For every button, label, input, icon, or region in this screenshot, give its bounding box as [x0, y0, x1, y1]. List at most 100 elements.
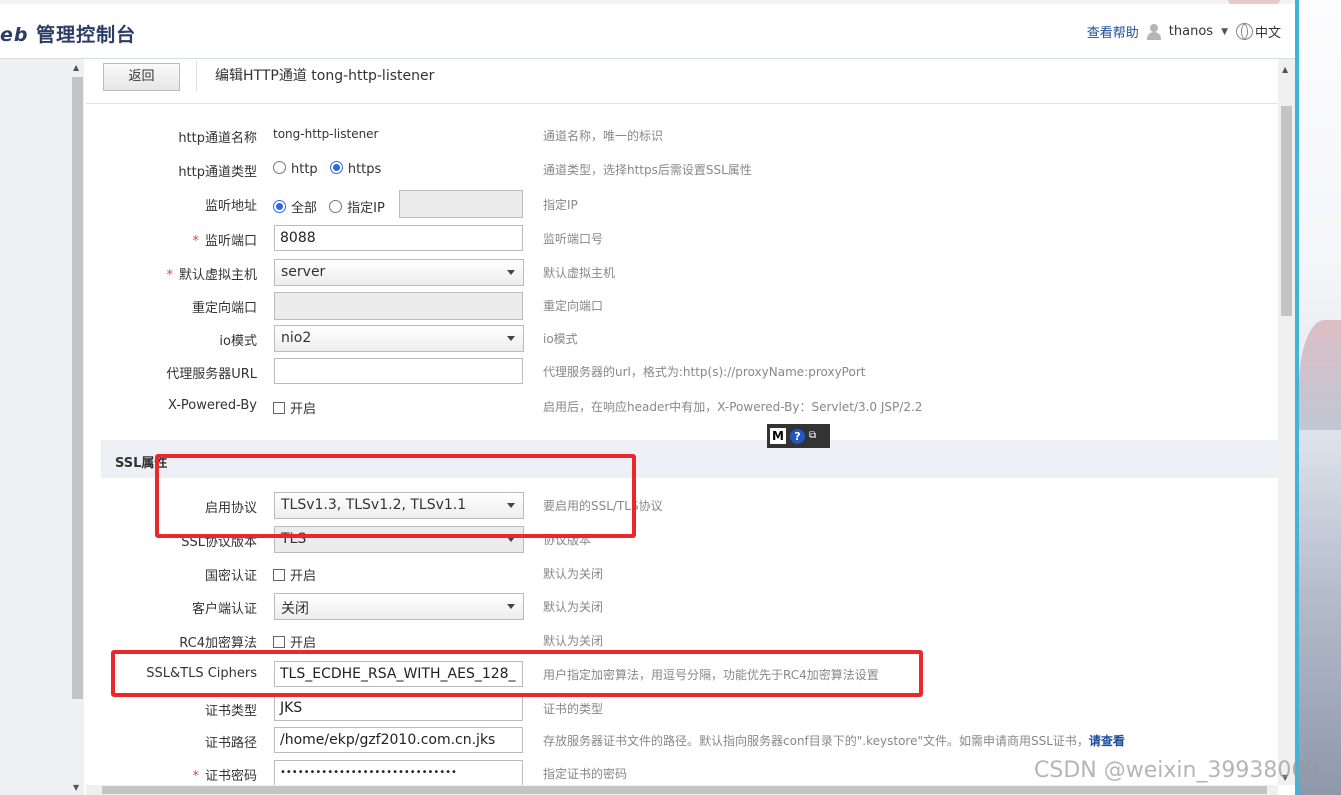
client-auth-hint: 默认为关闭	[543, 598, 603, 615]
cert-password-input[interactable]: ••••••••••••••••••••••••••••••	[274, 760, 523, 786]
x-powered-by-label: X-Powered-By	[168, 398, 257, 413]
scroll-down-icon[interactable]: ▼	[73, 783, 79, 792]
listen-address-hint: 指定IP	[543, 196, 578, 213]
back-button[interactable]: 返回	[103, 63, 180, 91]
sm-auth-label: 国密认证	[205, 565, 257, 584]
form-row-listen-port: *监听端口 8088 监听端口号	[86, 225, 1278, 255]
scroll-up-icon[interactable]: ▲	[1282, 65, 1288, 74]
listen-address-label: 监听地址	[205, 195, 257, 214]
app-logo: eb 管理控制台	[0, 20, 136, 47]
proxy-url-hint: 代理服务器的url，格式为:http(s)://proxyName:proxyP…	[543, 363, 865, 380]
cert-path-hint: 存放服务器证书文件的路径。默认指向服务器conf目录下的".keystore"文…	[543, 732, 1125, 749]
radio-http-label[interactable]: http	[291, 162, 318, 177]
toolbar-divider	[196, 61, 197, 91]
rc4-checkbox[interactable]	[273, 636, 285, 648]
horizontal-scrollbar[interactable]	[86, 785, 1278, 795]
globe-icon[interactable]	[1236, 23, 1253, 40]
form-row-io-mode: io模式 nio2 io模式	[86, 325, 1278, 355]
form-row-virtual-host: *默认虚拟主机 server 默认虚拟主机	[86, 259, 1278, 289]
sm-auth-hint: 默认为关闭	[543, 565, 603, 582]
chevron-down-icon	[507, 604, 515, 609]
scroll-up-icon[interactable]: ▲	[73, 63, 79, 72]
radio-specific-ip-label[interactable]: 指定IP	[347, 201, 385, 216]
left-nav-panel	[0, 59, 71, 795]
app-header: eb 管理控制台 查看帮助 thanos ▼ 中文	[0, 0, 1295, 59]
virtual-host-hint: 默认虚拟主机	[543, 264, 615, 281]
language-switch[interactable]: 中文	[1255, 22, 1281, 41]
io-mode-hint: io模式	[543, 330, 578, 347]
cert-help-link[interactable]: 请查看	[1089, 734, 1125, 748]
io-mode-select[interactable]: nio2	[274, 325, 524, 352]
chevron-down-icon	[507, 336, 515, 341]
form-row-proxy-url: 代理服务器URL 代理服务器的url，格式为:http(s)://proxyNa…	[86, 358, 1278, 388]
highlight-box-ciphers	[111, 650, 923, 697]
required-mark: *	[166, 268, 173, 283]
listen-port-label: *监听端口	[192, 230, 257, 249]
rc4-toggle[interactable]: 开启	[273, 632, 316, 651]
help-icon[interactable]: ?	[790, 429, 805, 444]
sm-auth-toggle[interactable]: 开启	[273, 565, 316, 584]
form-row-client-auth: 客户端认证 关闭 默认为关闭	[86, 593, 1278, 623]
radio-all[interactable]	[273, 200, 286, 213]
cert-type-input[interactable]: JKS	[274, 695, 523, 721]
browser-close-tab[interactable]	[1228, 0, 1280, 4]
radio-all-label[interactable]: 全部	[291, 201, 317, 216]
specific-ip-input[interactable]	[399, 190, 523, 218]
watermark: CSDN @weixin_39938069	[1034, 758, 1319, 783]
type-label: http通道类型	[178, 161, 257, 180]
content-scrollbar[interactable]: ▲ ▼	[1278, 59, 1295, 785]
cert-path-input[interactable]: /home/ekp/gzf2010.com.cn.jks	[274, 727, 523, 753]
highlight-box-protocols	[155, 454, 636, 538]
restore-window-icon[interactable]: ⧉	[809, 431, 816, 441]
form-row-redirect-port: 重定向端口 重定向端口	[86, 292, 1278, 322]
required-mark: *	[192, 769, 199, 784]
chevron-down-icon[interactable]: ▼	[1221, 27, 1228, 37]
listen-port-input[interactable]: 8088	[274, 225, 523, 251]
content-scroll-thumb[interactable]	[1281, 106, 1292, 316]
cert-type-hint: 证书的类型	[543, 700, 603, 717]
cert-path-label: 证书路径	[205, 732, 257, 751]
form-row-type: http通道类型 http https 通道类型，选择https后需设置SSL属…	[86, 156, 1278, 186]
radio-specific-ip[interactable]	[329, 200, 342, 213]
radio-https[interactable]	[330, 161, 343, 174]
form-row-cert-path: 证书路径 /home/ekp/gzf2010.com.cn.jks 存放服务器证…	[86, 727, 1278, 757]
rc4-hint: 默认为关闭	[543, 632, 603, 649]
client-auth-select[interactable]: 关闭	[274, 593, 524, 620]
sm-auth-checkbox[interactable]	[273, 569, 285, 581]
form-row-listen-address: 监听地址 全部 指定IP 指定IP	[86, 190, 1278, 220]
redirect-port-input[interactable]	[274, 292, 523, 320]
type-radio-group: http https	[273, 161, 389, 177]
name-label: http通道名称	[178, 127, 257, 146]
name-hint: 通道名称，唯一的标识	[543, 127, 663, 144]
virtual-host-select[interactable]: server	[274, 259, 524, 286]
header-actions: 查看帮助 thanos ▼ 中文	[1087, 22, 1281, 41]
virtual-host-label: *默认虚拟主机	[166, 264, 257, 283]
form-row-sm-auth: 国密认证 开启 默认为关闭	[86, 560, 1278, 590]
left-scrollbar[interactable]: ▲ ▼	[71, 59, 84, 795]
radio-http[interactable]	[273, 161, 286, 174]
proxy-url-label: 代理服务器URL	[166, 363, 257, 382]
listen-address-radio-group: 全部 指定IP	[273, 197, 393, 216]
x-powered-by-toggle[interactable]: 开启	[273, 398, 316, 417]
redirect-port-hint: 重定向端口	[543, 297, 603, 314]
radio-https-label[interactable]: https	[348, 162, 381, 177]
m-icon[interactable]: M	[770, 428, 786, 444]
cert-password-hint: 指定证书的密码	[543, 765, 627, 782]
x-powered-by-checkbox[interactable]	[273, 402, 285, 414]
chevron-down-icon	[507, 270, 515, 275]
proxy-url-input[interactable]	[274, 358, 523, 384]
x-powered-by-hint: 启用后，在响应header中有加，X-Powered-By：Servlet/3.…	[543, 398, 922, 415]
cert-type-label: 证书类型	[205, 700, 257, 719]
io-mode-label: io模式	[219, 330, 257, 349]
left-scroll-thumb[interactable]	[72, 77, 83, 699]
rc4-label: RC4加密算法	[179, 632, 257, 651]
username[interactable]: thanos	[1169, 24, 1213, 39]
client-auth-label: 客户端认证	[192, 598, 257, 617]
help-link[interactable]: 查看帮助	[1087, 22, 1139, 41]
form-row-name: http通道名称 tong-http-listener 通道名称，唯一的标识	[86, 122, 1278, 152]
floating-toolbar: M ? ⧉	[767, 424, 830, 448]
page-toolbar: 返回 编辑HTTP通道 tong-http-listener	[86, 59, 1278, 104]
desktop-wallpaper-shape	[1299, 320, 1341, 430]
horizontal-scroll-thumb[interactable]	[102, 786, 1267, 794]
desktop-background	[1299, 0, 1341, 795]
